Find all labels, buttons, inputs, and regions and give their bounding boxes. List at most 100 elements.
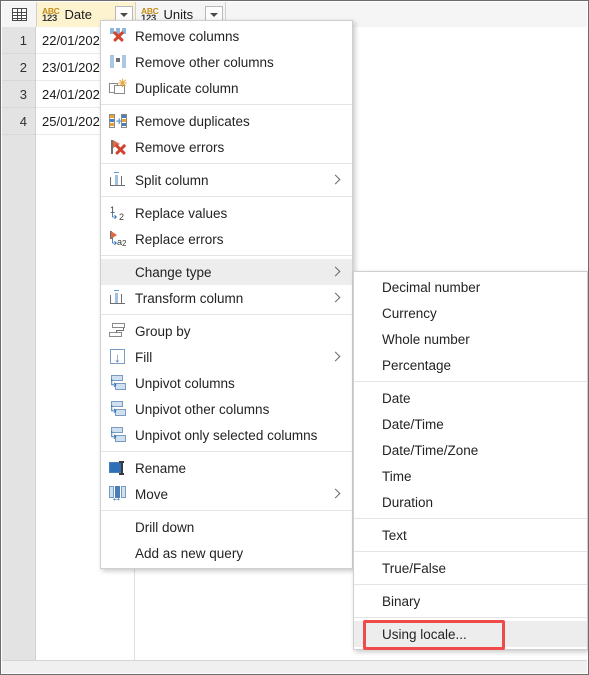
fill-icon: ↓ xyxy=(101,344,135,370)
submenu-item-binary[interactable]: Binary xyxy=(354,588,587,614)
chevron-right-icon xyxy=(330,266,342,278)
submenu-item-date[interactable]: Date xyxy=(354,385,587,411)
submenu-item-time[interactable]: Time xyxy=(354,463,587,489)
menu-item-label: Group by xyxy=(135,323,191,339)
menu-item-replace-values[interactable]: 1 ↳ 2 Replace values xyxy=(101,200,352,226)
menu-item-replace-errors[interactable]: ↳ a 2 Replace errors xyxy=(101,226,352,252)
row-number[interactable]: 4 xyxy=(2,108,35,135)
chevron-right-icon xyxy=(330,174,342,186)
menu-item-fill[interactable]: ↓ Fill xyxy=(101,344,352,370)
menu-item-label: Remove columns xyxy=(135,28,240,44)
change-type-submenu: Decimal number Currency Whole number Per… xyxy=(353,271,588,650)
transform-column-icon xyxy=(101,285,135,311)
chevron-right-icon xyxy=(330,351,342,363)
menu-item-unpivot-other-columns[interactable]: ↳ Unpivot other columns xyxy=(101,396,352,422)
group-by-icon xyxy=(101,318,135,344)
menu-item-label: Text xyxy=(382,527,407,543)
submenu-item-whole-number[interactable]: Whole number xyxy=(354,326,587,352)
unpivot-columns-icon: ↳ xyxy=(101,370,135,396)
submenu-item-using-locale[interactable]: Using locale... xyxy=(354,621,587,647)
row-number[interactable]: 2 xyxy=(2,54,35,81)
menu-item-label: Remove errors xyxy=(135,139,225,155)
power-query-editor-window: ABC 123 Date ABC 123 Units 1 2 3 4 22/01… xyxy=(0,0,589,675)
menu-item-transform-column[interactable]: Transform column xyxy=(101,285,352,311)
menu-item-label: Decimal number xyxy=(382,279,481,295)
menu-item-label: Date/Time xyxy=(382,416,444,432)
menu-separator xyxy=(354,584,587,585)
menu-item-label: Drill down xyxy=(135,519,195,535)
menu-separator xyxy=(101,255,352,256)
menu-separator xyxy=(354,518,587,519)
menu-item-label: Change type xyxy=(135,264,212,280)
menu-item-label: Time xyxy=(382,468,412,484)
menu-item-label: Unpivot only selected columns xyxy=(135,427,318,443)
menu-item-split-column[interactable]: Split column xyxy=(101,167,352,193)
menu-item-label: Unpivot columns xyxy=(135,375,235,391)
remove-errors-icon xyxy=(101,134,135,160)
remove-columns-icon xyxy=(101,23,135,49)
menu-item-change-type[interactable]: Change type xyxy=(101,259,352,285)
submenu-item-true-false[interactable]: True/False xyxy=(354,555,587,581)
menu-separator xyxy=(101,163,352,164)
row-number[interactable]: 1 xyxy=(2,27,35,54)
menu-item-label: Duplicate column xyxy=(135,80,239,96)
menu-item-remove-columns[interactable]: Remove columns xyxy=(101,23,352,49)
menu-item-label: Currency xyxy=(382,305,437,321)
menu-item-move[interactable]: ↔ Move xyxy=(101,481,352,507)
submenu-item-text[interactable]: Text xyxy=(354,522,587,548)
column-context-menu: Remove columns Remove other columns ✳ Du… xyxy=(100,20,353,569)
submenu-item-date-time-zone[interactable]: Date/Time/Zone xyxy=(354,437,587,463)
row-number[interactable]: 3 xyxy=(2,81,35,108)
menu-item-label: Remove other columns xyxy=(135,54,274,70)
menu-item-remove-other-columns[interactable]: Remove other columns xyxy=(101,49,352,75)
horizontal-scrollbar[interactable] xyxy=(2,660,587,673)
menu-item-label: Unpivot other columns xyxy=(135,401,270,417)
replace-errors-icon: ↳ a 2 xyxy=(101,226,135,252)
rename-icon xyxy=(101,455,135,481)
menu-item-remove-errors[interactable]: Remove errors xyxy=(101,134,352,160)
menu-separator xyxy=(101,451,352,452)
menu-item-label: Move xyxy=(135,486,169,502)
submenu-item-duration[interactable]: Duration xyxy=(354,489,587,515)
menu-item-unpivot-columns[interactable]: ↳ Unpivot columns xyxy=(101,370,352,396)
menu-item-remove-duplicates[interactable]: + Remove duplicates xyxy=(101,108,352,134)
menu-item-duplicate-column[interactable]: ✳ Duplicate column xyxy=(101,75,352,101)
menu-item-unpivot-only-selected-columns[interactable]: ↳ Unpivot only selected columns xyxy=(101,422,352,448)
unpivot-selected-columns-icon: ↳ xyxy=(101,422,135,448)
menu-item-rename[interactable]: Rename xyxy=(101,455,352,481)
menu-item-group-by[interactable]: Group by xyxy=(101,318,352,344)
type-abc123-icon: ABC 123 xyxy=(42,5,60,24)
submenu-item-percentage[interactable]: Percentage xyxy=(354,352,587,378)
chevron-right-icon xyxy=(330,292,342,304)
chevron-right-icon xyxy=(330,488,342,500)
row-number-gutter: 1 2 3 4 xyxy=(2,27,36,660)
menu-separator xyxy=(101,104,352,105)
menu-separator xyxy=(101,510,352,511)
menu-item-label: Replace values xyxy=(135,205,228,221)
remove-duplicates-icon: + xyxy=(101,108,135,134)
menu-item-label: Percentage xyxy=(382,357,452,373)
menu-separator xyxy=(354,551,587,552)
submenu-item-decimal-number[interactable]: Decimal number xyxy=(354,274,587,300)
menu-separator xyxy=(354,381,587,382)
submenu-item-currency[interactable]: Currency xyxy=(354,300,587,326)
replace-values-icon: 1 ↳ 2 xyxy=(110,205,125,222)
menu-item-add-as-new-query[interactable]: Add as new query xyxy=(101,540,352,566)
menu-item-label: Replace errors xyxy=(135,231,224,247)
menu-item-icon-slot xyxy=(101,259,135,285)
chevron-down-icon xyxy=(210,12,218,17)
menu-item-label: Duration xyxy=(382,494,434,510)
select-all-columns-button[interactable] xyxy=(2,2,37,27)
duplicate-column-icon: ✳ xyxy=(101,75,135,101)
move-icon: ↔ xyxy=(101,481,135,507)
menu-separator xyxy=(101,314,352,315)
menu-separator xyxy=(354,617,587,618)
menu-item-label: Remove duplicates xyxy=(135,113,250,129)
submenu-item-date-time[interactable]: Date/Time xyxy=(354,411,587,437)
menu-item-icon-slot xyxy=(101,540,135,566)
split-column-icon xyxy=(101,167,135,193)
menu-item-label: Add as new query xyxy=(135,545,244,561)
table-icon xyxy=(11,8,27,21)
menu-item-drill-down[interactable]: Drill down xyxy=(101,514,352,540)
menu-separator xyxy=(101,196,352,197)
